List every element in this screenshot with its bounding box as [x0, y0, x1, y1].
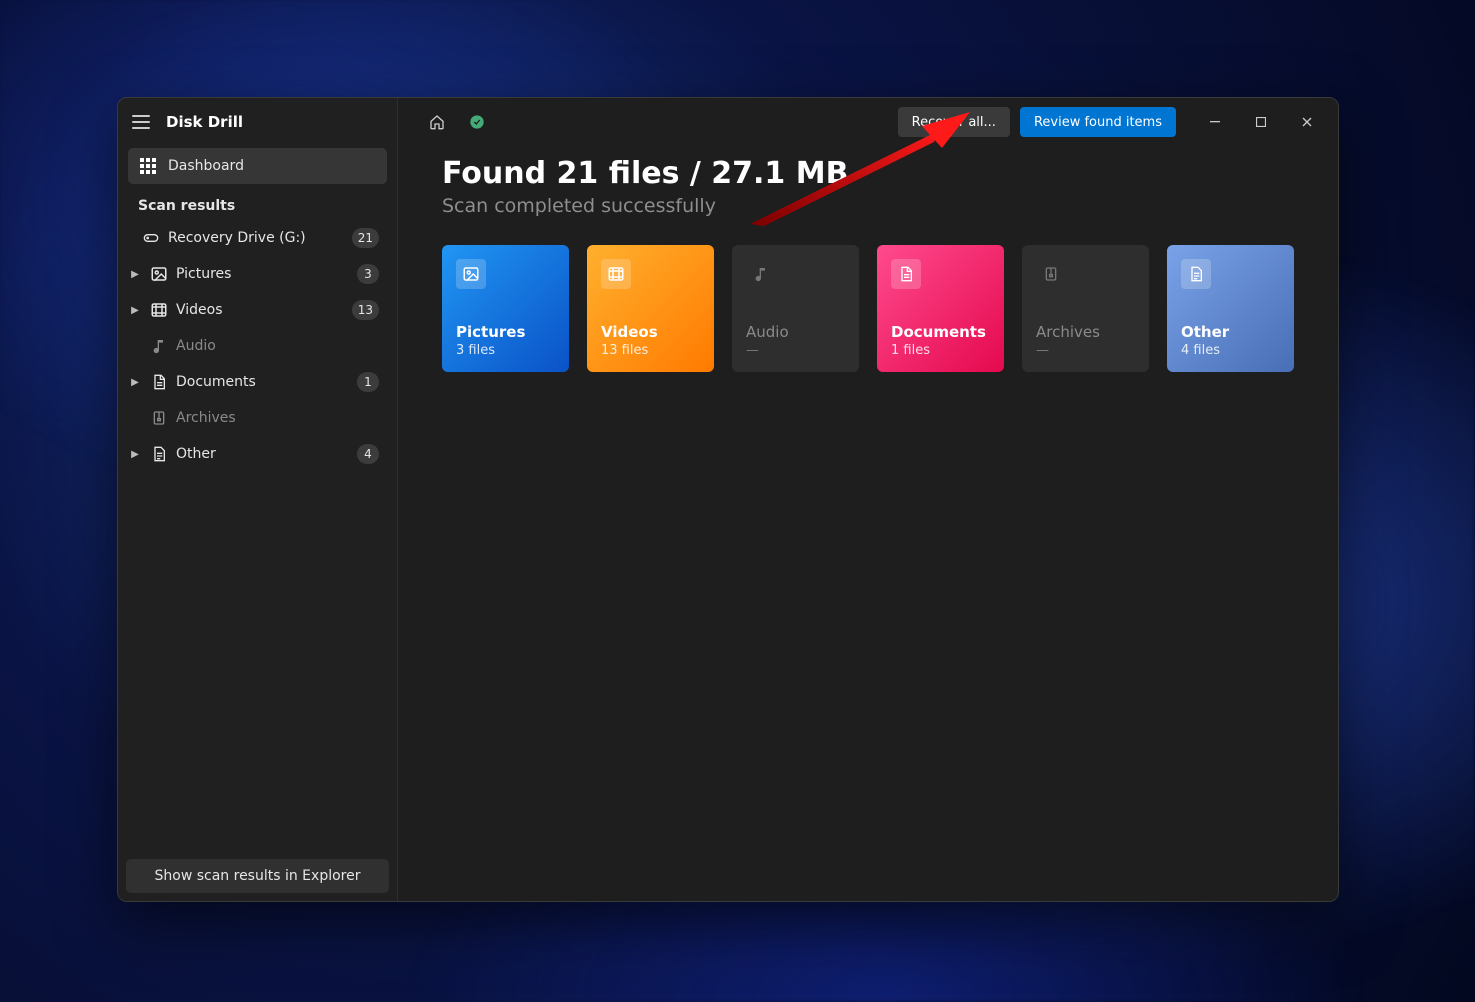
image-icon [150, 265, 168, 283]
video-icon [601, 259, 631, 289]
chevron-right-icon: ▶ [128, 449, 142, 460]
card-archives: Archives — [1022, 245, 1149, 372]
app-title: Disk Drill [166, 113, 243, 131]
drive-icon [142, 230, 160, 246]
count-badge: 21 [352, 228, 379, 248]
card-label: Audio [746, 323, 845, 341]
content-area: Found 21 files / 27.1 MB Scan completed … [398, 146, 1338, 372]
close-button[interactable] [1284, 107, 1330, 137]
sidebar-item-videos[interactable]: ▶ Videos 13 [118, 292, 397, 328]
chevron-right-icon: ▶ [128, 269, 142, 280]
video-icon [150, 301, 168, 319]
sidebar-item-label: Other [176, 446, 349, 462]
sidebar-item-label: Documents [176, 374, 349, 390]
count-badge: 13 [352, 300, 379, 320]
sidebar-tree: Recovery Drive (G:) 21 ▶ Pictures 3 ▶ Videos 13… [118, 220, 397, 472]
titlebar-left: Disk Drill [118, 98, 397, 146]
other-icon [1181, 259, 1211, 289]
sidebar-item-documents[interactable]: ▶ Documents 1 [118, 364, 397, 400]
sidebar-item-label: Audio [176, 338, 379, 354]
card-count: 3 files [456, 343, 555, 358]
sidebar-item-recovery-drive-g-[interactable]: Recovery Drive (G:) 21 [118, 220, 397, 256]
count-badge: 1 [357, 372, 379, 392]
audio-icon [150, 338, 168, 354]
review-found-items-label: Review found items [1034, 115, 1162, 130]
card-count: — [746, 343, 845, 358]
sidebar-item-other[interactable]: ▶ Other 4 [118, 436, 397, 472]
menu-icon[interactable] [132, 115, 150, 129]
category-cards: Pictures 3 files Videos 13 files Audio — Docum… [442, 245, 1294, 372]
review-found-items-button[interactable]: Review found items [1020, 107, 1176, 137]
recover-all-label: Recover all... [912, 115, 996, 130]
card-count: — [1036, 343, 1135, 358]
sidebar-item-archives[interactable]: Archives [118, 400, 397, 436]
headline: Found 21 files / 27.1 MB [442, 156, 1294, 191]
card-videos[interactable]: Videos 13 files [587, 245, 714, 372]
sidebar-item-label: Archives [176, 410, 379, 426]
card-label: Documents [891, 323, 990, 341]
card-label: Pictures [456, 323, 555, 341]
dashboard-icon [140, 158, 156, 174]
home-icon[interactable] [422, 107, 452, 137]
archive-icon [150, 409, 168, 427]
minimize-button[interactable] [1192, 107, 1238, 137]
chevron-right-icon: ▶ [128, 377, 142, 388]
card-count: 1 files [891, 343, 990, 358]
nav-dashboard[interactable]: Dashboard [128, 148, 387, 184]
sidebar: Disk Drill Dashboard Scan results Recove… [118, 98, 398, 901]
image-icon [456, 259, 486, 289]
card-label: Other [1181, 323, 1280, 341]
archive-icon [1036, 259, 1066, 289]
recover-all-button[interactable]: Recover all... [898, 107, 1010, 137]
sidebar-item-audio[interactable]: Audio [118, 328, 397, 364]
show-in-explorer-button[interactable]: Show scan results in Explorer [126, 859, 389, 893]
card-audio: Audio — [732, 245, 859, 372]
document-icon [150, 373, 168, 391]
window-controls [1192, 107, 1330, 137]
subheadline: Scan completed successfully [442, 195, 1294, 217]
card-other[interactable]: Other 4 files [1167, 245, 1294, 372]
sidebar-item-label: Pictures [176, 266, 349, 282]
nav-dashboard-label: Dashboard [168, 158, 244, 174]
sidebar-section-label: Scan results [118, 186, 397, 220]
count-badge: 3 [357, 264, 379, 284]
chevron-right-icon: ▶ [128, 305, 142, 316]
sidebar-item-pictures[interactable]: ▶ Pictures 3 [118, 256, 397, 292]
other-icon [150, 445, 168, 463]
card-documents[interactable]: Documents 1 files [877, 245, 1004, 372]
card-count: 13 files [601, 343, 700, 358]
audio-icon [746, 259, 776, 289]
card-label: Videos [601, 323, 700, 341]
check-circle-icon[interactable] [462, 107, 492, 137]
show-in-explorer-label: Show scan results in Explorer [155, 868, 361, 884]
sidebar-item-label: Videos [176, 302, 344, 318]
card-label: Archives [1036, 323, 1135, 341]
app-window: Disk Drill Dashboard Scan results Recove… [117, 97, 1339, 902]
document-icon [891, 259, 921, 289]
maximize-button[interactable] [1238, 107, 1284, 137]
card-count: 4 files [1181, 343, 1280, 358]
card-pictures[interactable]: Pictures 3 files [442, 245, 569, 372]
toolbar: Recover all... Review found items [398, 98, 1338, 146]
sidebar-item-label: Recovery Drive (G:) [168, 230, 344, 246]
count-badge: 4 [357, 444, 379, 464]
main-panel: Recover all... Review found items Found … [398, 98, 1338, 901]
